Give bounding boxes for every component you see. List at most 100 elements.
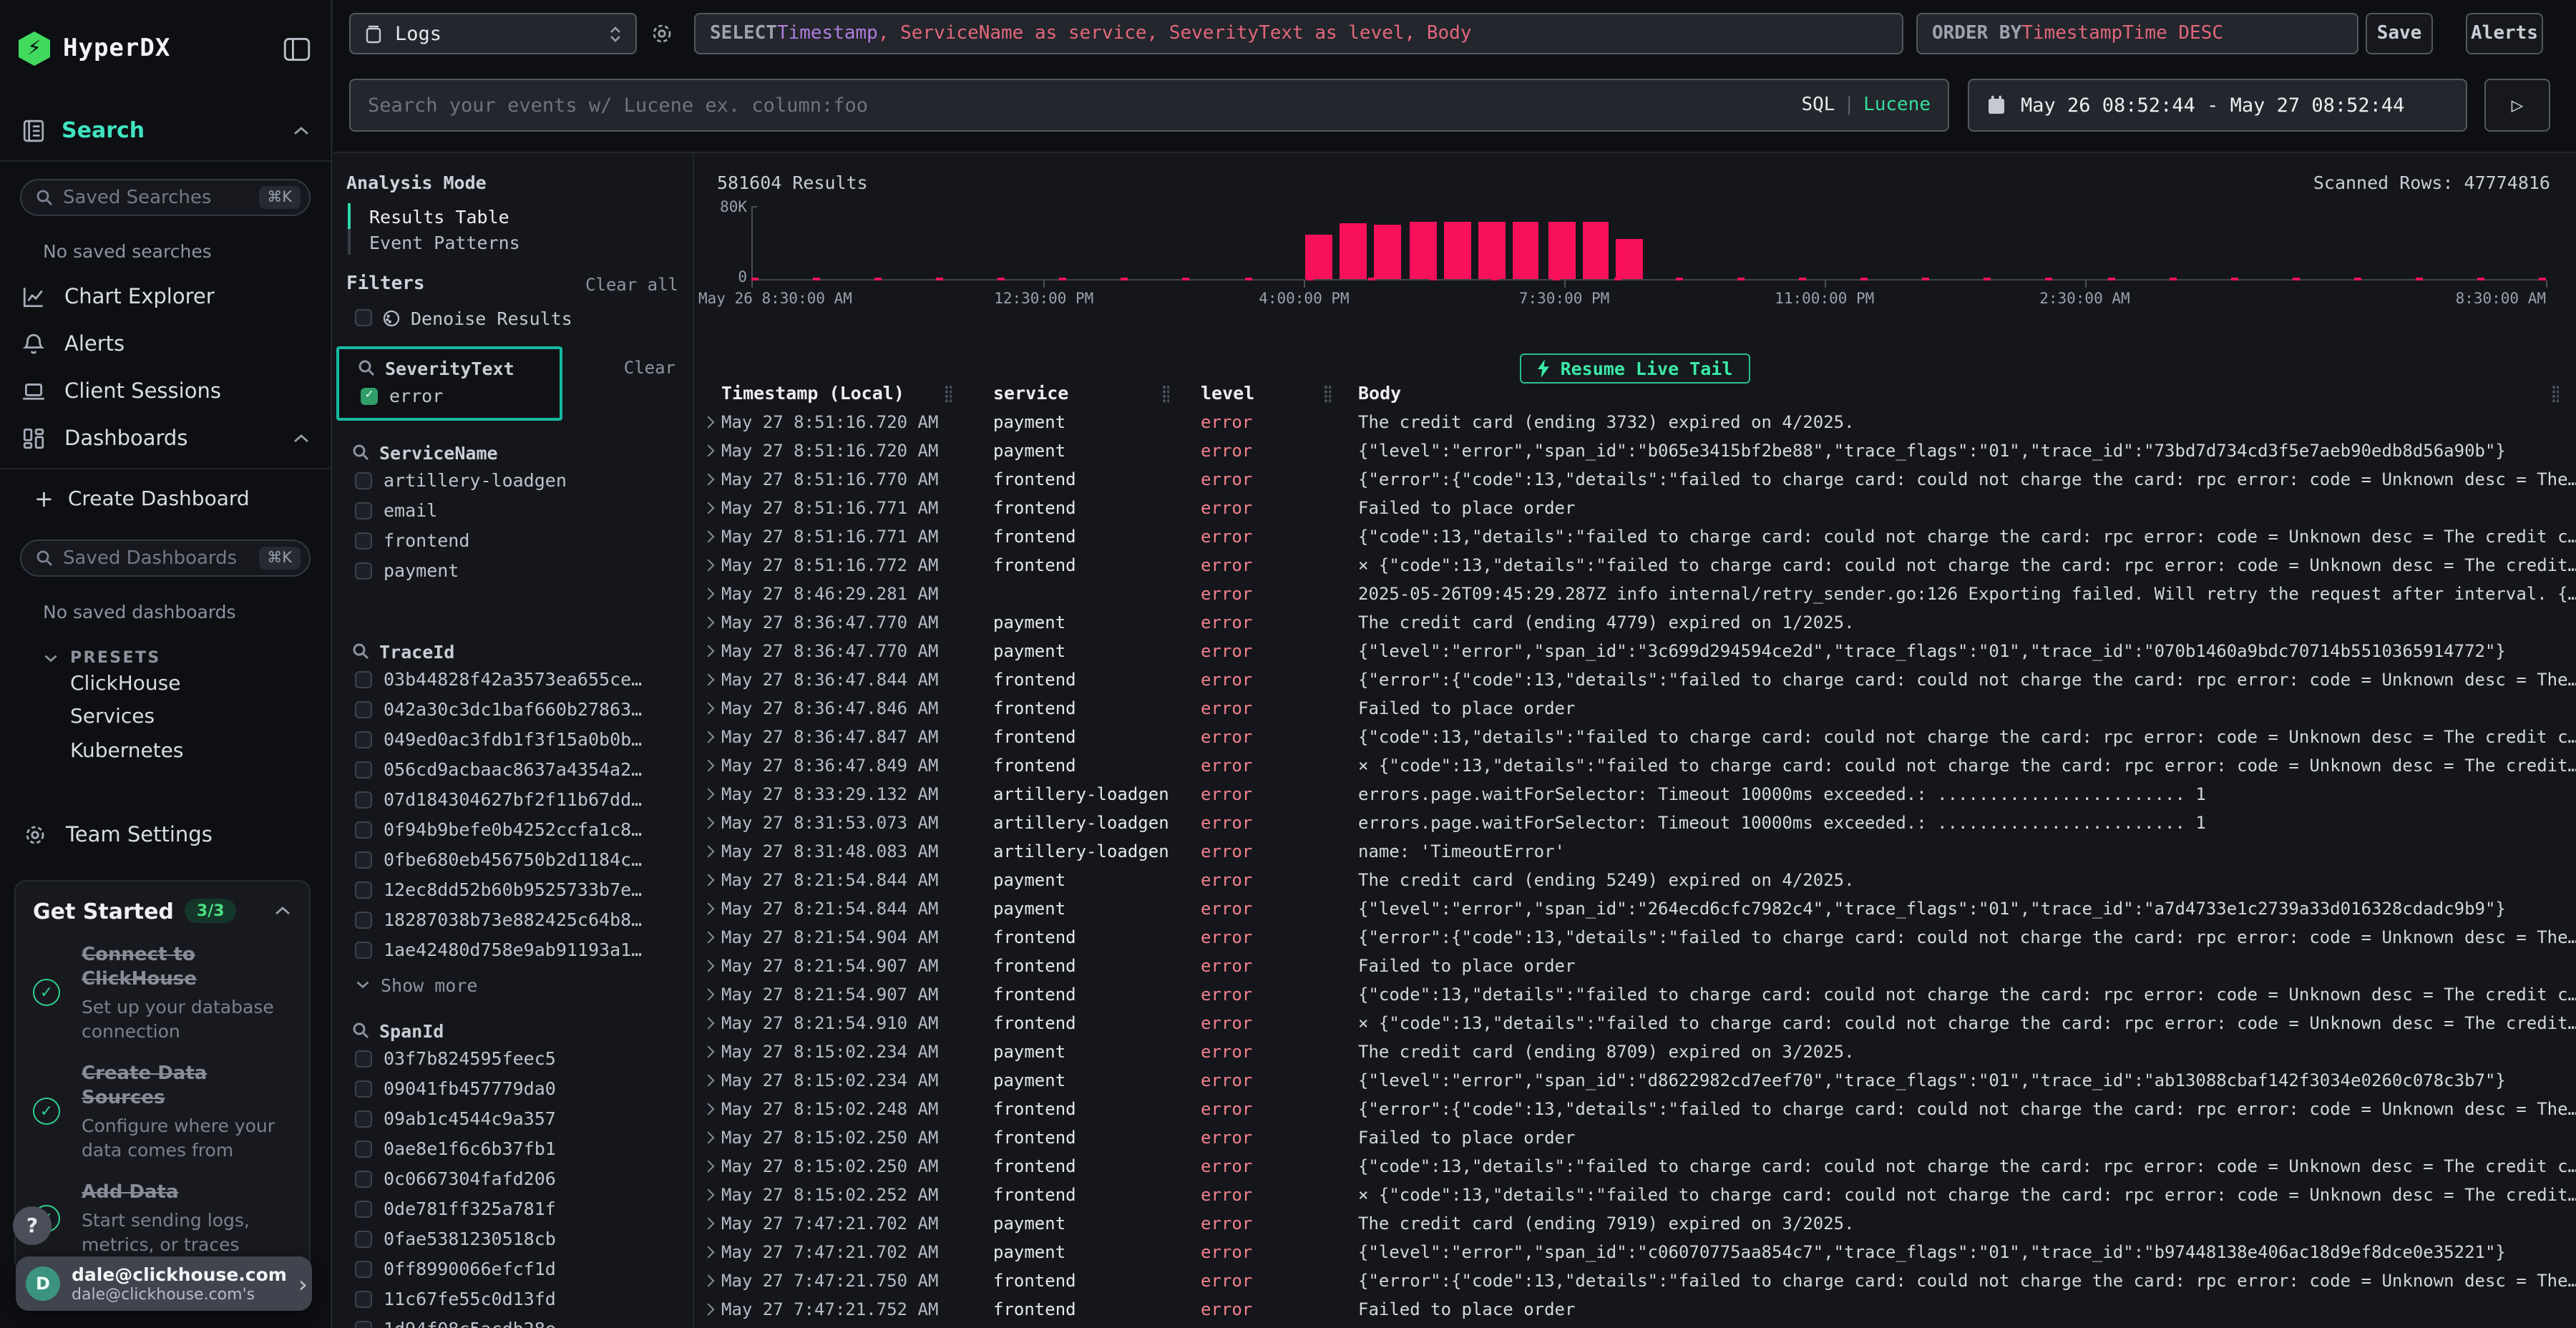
expand-row-icon[interactable]	[703, 731, 715, 743]
filter-option-056cd9acbaac[interactable]: 056cd9acbaac8637a4354a2…	[333, 754, 693, 784]
table-row[interactable]: May 27 8:51:16.771 AMfrontenderror{"code…	[696, 522, 2576, 551]
source-select[interactable]: Logs	[349, 13, 637, 54]
checkbox[interactable]	[355, 941, 372, 958]
filter-option-09ab1c4544c9[interactable]: 09ab1c4544c9a357	[333, 1103, 693, 1133]
expand-row-icon[interactable]	[703, 1046, 715, 1058]
table-row[interactable]: May 27 8:15:02.250 AMfrontenderrorFailed…	[696, 1123, 2576, 1152]
saved-dashboards-input[interactable]: Saved Dashboards ⌘K	[20, 540, 311, 577]
filter-option-03b44828f42a[interactable]: 03b44828f42a3573ea655ce…	[333, 664, 693, 694]
column-drag-handle[interactable]	[1162, 385, 1169, 404]
filter-option-11c67fe55c0d[interactable]: 11c67fe55c0d13fd	[333, 1284, 693, 1314]
table-row[interactable]: May 27 8:36:47.770 AMpaymenterrorThe cre…	[696, 608, 2576, 637]
filter-option-email[interactable]: email	[333, 495, 693, 525]
checkbox[interactable]	[355, 670, 372, 688]
filter-option-07d184304627[interactable]: 07d184304627bf2f11b67dd…	[333, 784, 693, 814]
table-row[interactable]: May 27 8:36:47.770 AMpaymenterror{"level…	[696, 637, 2576, 665]
filter-group-name[interactable]: SpanId	[379, 1020, 444, 1041]
filter-option-0de781ff325a[interactable]: 0de781ff325a781f	[333, 1193, 693, 1224]
expand-row-icon[interactable]	[703, 1075, 715, 1087]
column-drag-handle[interactable]	[1324, 385, 1331, 404]
table-row[interactable]: May 27 8:21:54.907 AMfrontenderror{"code…	[696, 980, 2576, 1009]
source-settings-gear-icon[interactable]	[650, 21, 674, 46]
col-level[interactable]: level	[1201, 382, 1358, 404]
filter-option-0fae53812305[interactable]: 0fae5381230518cb	[333, 1224, 693, 1254]
checkbox[interactable]	[355, 911, 372, 928]
expand-row-icon[interactable]	[703, 531, 715, 543]
sidebar-item-chart-explorer[interactable]: Chart Explorer	[0, 273, 331, 321]
checkbox[interactable]	[355, 1290, 372, 1307]
expand-row-icon[interactable]	[703, 617, 715, 629]
create-dashboard-button[interactable]: + Create Dashboard	[34, 484, 331, 515]
expand-row-icon[interactable]	[703, 1132, 715, 1144]
filter-option-12ec8dd52b60[interactable]: 12ec8dd52b60b9525733b7e…	[333, 874, 693, 904]
table-row[interactable]: May 27 8:21:54.844 AMpaymenterrorThe cre…	[696, 866, 2576, 894]
expand-row-icon[interactable]	[703, 1161, 715, 1173]
table-row[interactable]: May 27 7:47:21.702 AMpaymenterrorThe cre…	[696, 1209, 2576, 1238]
sidebar-item-team-settings[interactable]: Team Settings	[23, 819, 331, 851]
show-more-link[interactable]: Show more	[355, 970, 693, 999]
presets-toggle[interactable]: PRESETS	[43, 648, 331, 667]
checkbox[interactable]	[355, 472, 372, 489]
col-body[interactable]: Body	[1358, 382, 2576, 404]
select-query-input[interactable]: SELECT Timestamp, ServiceName as service…	[694, 13, 1903, 54]
expand-row-icon[interactable]	[703, 817, 715, 829]
sidebar-item-preset-services[interactable]: Services	[70, 700, 331, 734]
onboarding-step[interactable]: ✓ Connect to ClickHouse Set up your data…	[33, 942, 292, 1043]
expand-row-icon[interactable]	[703, 760, 715, 772]
table-row[interactable]: May 27 7:47:21.702 AMpaymenterror{"level…	[696, 1238, 2576, 1266]
checkbox[interactable]	[355, 562, 372, 579]
filter-group-name[interactable]: TraceId	[379, 640, 454, 662]
filter-option-18287038b73e[interactable]: 18287038b73e882425c64b8…	[333, 904, 693, 934]
expand-row-icon[interactable]	[703, 1275, 715, 1287]
table-row[interactable]: May 27 8:51:16.720 AMpaymenterrorThe cre…	[696, 408, 2576, 436]
column-menu-icon[interactable]	[2552, 385, 2559, 404]
expand-row-icon[interactable]	[703, 474, 715, 486]
checkbox[interactable]	[355, 761, 372, 778]
denoise-toggle[interactable]: Denoise Results	[355, 308, 693, 328]
expand-row-icon[interactable]	[703, 932, 715, 944]
lang-lucene[interactable]: Lucene	[1863, 94, 1931, 116]
col-timestamp[interactable]: Timestamp (Local)	[721, 382, 993, 404]
checkbox[interactable]	[355, 851, 372, 868]
filter-option-0ae8e1f6c6b3[interactable]: 0ae8e1f6c6b37fb1	[333, 1133, 693, 1163]
expand-row-icon[interactable]	[703, 1246, 715, 1259]
checkbox[interactable]	[355, 881, 372, 898]
table-row[interactable]: May 27 8:31:48.083 AMartillery-loadgener…	[696, 837, 2576, 866]
filter-option-0f94b9befe0b[interactable]: 0f94b9befe0b4252ccfa1c8…	[333, 814, 693, 844]
table-row[interactable]: May 27 8:51:16.772 AMfrontenderror× {"co…	[696, 551, 2576, 580]
sidebar-item-preset-clickhouse[interactable]: ClickHouse	[70, 667, 331, 700]
expand-row-icon[interactable]	[703, 1218, 715, 1230]
expand-row-icon[interactable]	[703, 674, 715, 686]
order-by-input[interactable]: ORDER BY TimestampTime DESC	[1916, 13, 2358, 54]
filter-group-name[interactable]: SeverityText	[385, 357, 514, 379]
expand-row-icon[interactable]	[703, 874, 715, 887]
expand-row-icon[interactable]	[703, 846, 715, 858]
table-row[interactable]: May 27 8:15:02.234 AMpaymenterror{"level…	[696, 1066, 2576, 1095]
table-row[interactable]: May 27 8:15:02.250 AMfrontenderror{"code…	[696, 1152, 2576, 1181]
sidebar-item-search[interactable]: Search	[21, 117, 311, 143]
table-row[interactable]: May 27 8:31:53.073 AMartillery-loadgener…	[696, 809, 2576, 837]
expand-row-icon[interactable]	[703, 588, 715, 600]
table-row[interactable]: May 27 8:15:02.248 AMfrontenderror{"erro…	[696, 1095, 2576, 1123]
checkbox[interactable]	[355, 791, 372, 808]
expand-row-icon[interactable]	[703, 788, 715, 801]
analysis-mode-results-table[interactable]: Results Table	[348, 203, 693, 229]
checkbox[interactable]	[355, 1140, 372, 1157]
expand-row-icon[interactable]	[703, 903, 715, 915]
checkbox[interactable]	[355, 532, 372, 549]
table-row[interactable]: May 27 8:21:54.910 AMfrontenderror× {"co…	[696, 1009, 2576, 1038]
alerts-button[interactable]: Alerts	[2466, 13, 2543, 54]
sidebar-item-client-sessions[interactable]: Client Sessions	[0, 368, 331, 415]
checkbox[interactable]	[355, 1080, 372, 1097]
clear-all-link[interactable]: Clear all	[585, 274, 678, 294]
table-row[interactable]: May 27 8:21:54.907 AMfrontenderrorFailed…	[696, 952, 2576, 980]
col-service[interactable]: service	[993, 382, 1201, 404]
table-row[interactable]: May 27 8:51:16.770 AMfrontenderror{"erro…	[696, 465, 2576, 494]
filter-option-1d94f08c5acd[interactable]: 1d94f08c5acdb28e	[333, 1314, 693, 1328]
language-toggle[interactable]: SQL|Lucene	[1801, 94, 1931, 116]
checkbox[interactable]	[355, 731, 372, 748]
expand-row-icon[interactable]	[703, 502, 715, 514]
onboarding-step[interactable]: ✓ Create Data Sources Configure where yo…	[33, 1061, 292, 1161]
chevron-up-icon[interactable]	[273, 904, 292, 917]
table-row[interactable]: May 27 8:36:47.847 AMfrontenderror{"code…	[696, 723, 2576, 751]
